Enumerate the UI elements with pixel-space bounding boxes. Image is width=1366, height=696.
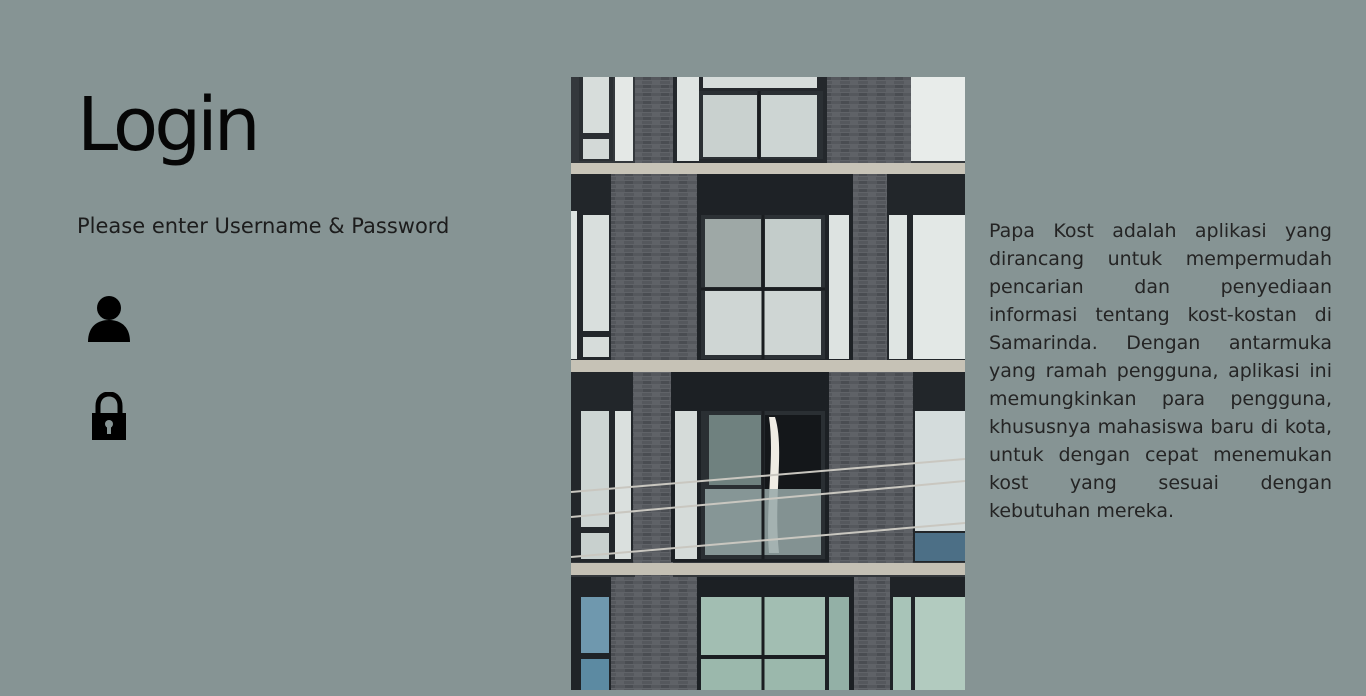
login-panel: Login Please enter Username & Password bbox=[77, 70, 517, 440]
app-description: Papa Kost adalah aplikasi yang dirancang… bbox=[989, 220, 1332, 522]
login-subtitle: Please enter Username & Password bbox=[77, 214, 450, 238]
login-title: Login bbox=[77, 82, 261, 168]
username-input[interactable] bbox=[143, 298, 447, 340]
password-field[interactable] bbox=[87, 392, 447, 442]
building-photo bbox=[571, 77, 965, 690]
user-icon bbox=[87, 294, 131, 344]
lock-icon bbox=[87, 392, 131, 442]
password-input[interactable] bbox=[143, 396, 447, 438]
username-field[interactable] bbox=[87, 294, 447, 344]
